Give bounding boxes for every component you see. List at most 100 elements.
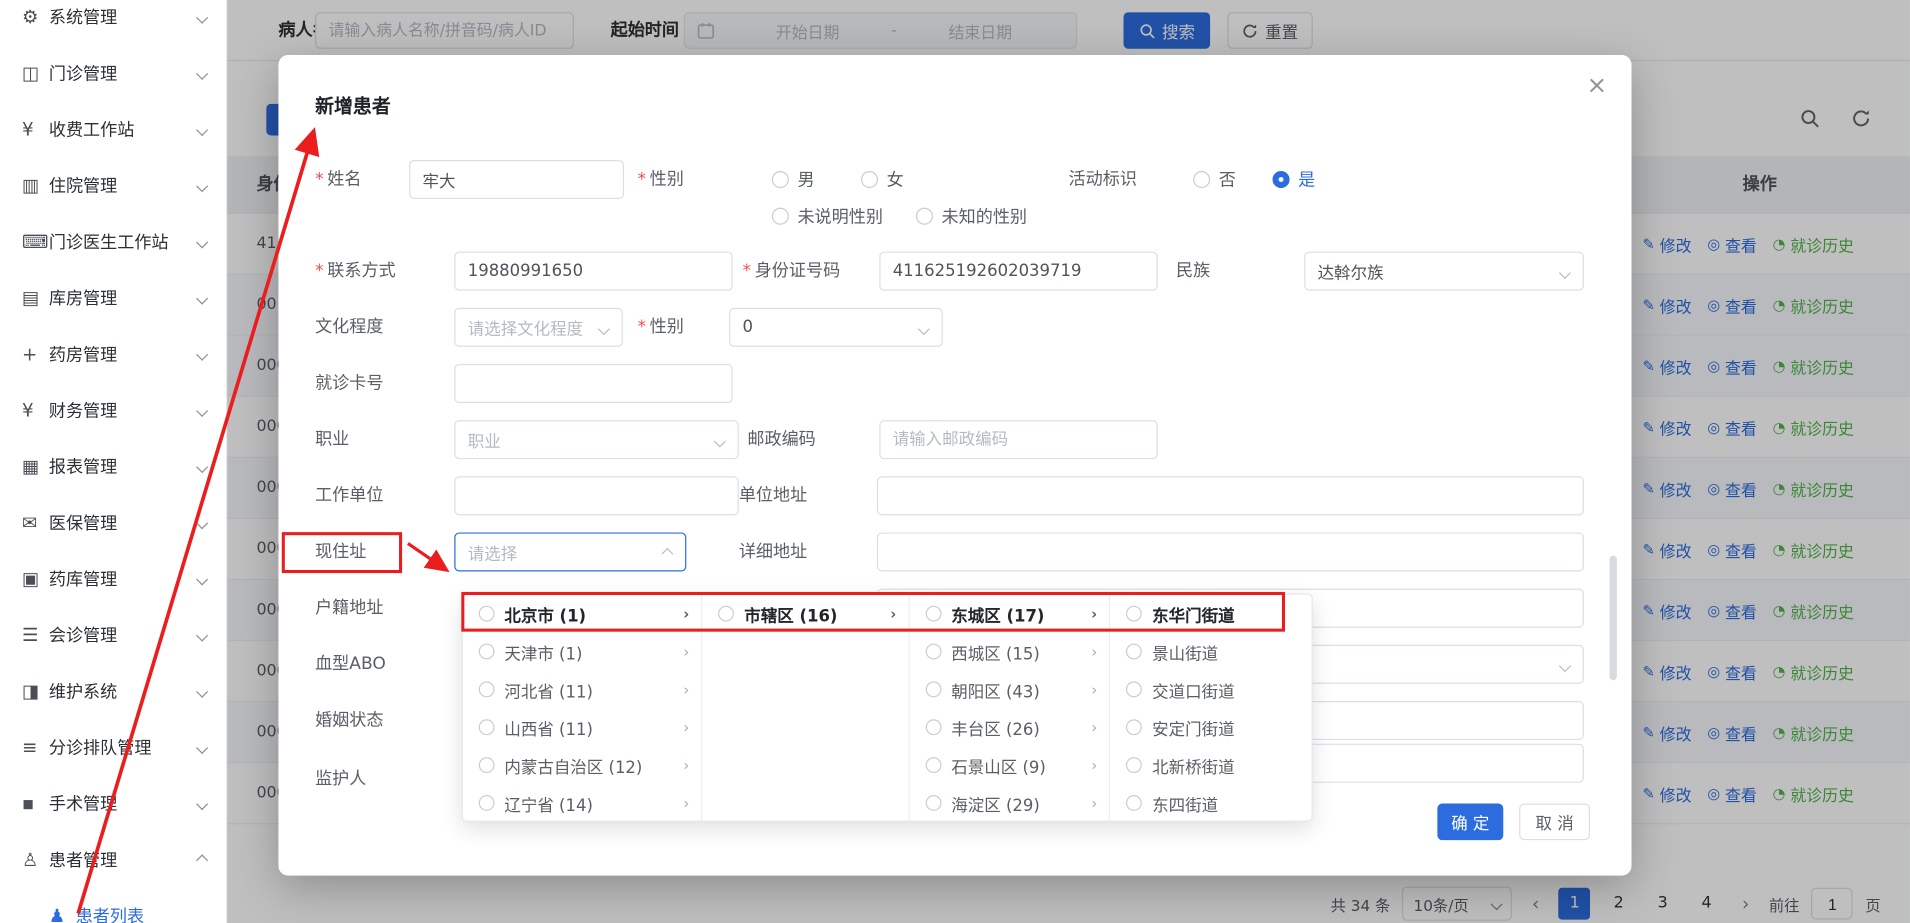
sidebar-item-label: 财务管理 (49, 398, 198, 422)
cascader-option-beijing[interactable]: 北京市 (1)› (463, 595, 702, 633)
name-input[interactable] (409, 160, 624, 199)
chevron-right-icon: › (683, 719, 689, 736)
sidebar: ⚙系统管理 ◫门诊管理 ¥收费工作站 ▥住院管理 ⌨门诊医生工作站 ▤库房管理 … (0, 0, 227, 923)
chevron-up-icon (196, 854, 208, 866)
sidebar-item-patient-list[interactable]: ♟患者列表 (0, 888, 226, 923)
cascader-option-andingmen[interactable]: 安定门街道 (1111, 708, 1312, 746)
report-icon: ▦ (22, 456, 49, 478)
close-icon[interactable]: × (1587, 70, 1607, 99)
gender-radio-female[interactable]: 女 (861, 160, 904, 199)
sidebar-item-consultation[interactable]: ☰会诊管理 (0, 607, 226, 663)
cascader-option-tianjin[interactable]: 天津市 (1)› (463, 633, 702, 671)
yen-icon: ¥ (22, 399, 49, 421)
radio-icon (479, 606, 495, 622)
chevron-right-icon: › (683, 794, 689, 811)
queue-icon: ≡ (22, 736, 49, 758)
radio-icon (479, 719, 495, 735)
active-radio-no[interactable]: 否 (1193, 160, 1236, 199)
dialog-scrollbar[interactable] (1610, 556, 1617, 681)
cascader-option-shixiaqu[interactable]: 市辖区 (16)› (703, 595, 909, 633)
sidebar-item-system[interactable]: ⚙系统管理 (0, 0, 226, 45)
active-flag-label: 活动标识 (1069, 160, 1137, 199)
chevron-down-icon (196, 236, 208, 248)
sidebar-item-outpatient[interactable]: ◫门诊管理 (0, 45, 226, 101)
chevron-right-icon: › (683, 681, 689, 698)
work-unit-input[interactable] (454, 476, 739, 515)
radio-icon (1127, 681, 1143, 697)
chevron-down-icon (196, 292, 208, 304)
cascader-option-dongsi[interactable]: 东四街道 (1111, 784, 1312, 821)
sidebar-item-doctor-workstation[interactable]: ⌨门诊医生工作站 (0, 214, 226, 270)
person-icon: ♙ (22, 849, 49, 871)
current-address-cascader-trigger[interactable]: 请选择 (454, 532, 686, 571)
sidebar-item-pharmacy[interactable]: +药房管理 (0, 326, 226, 382)
chevron-right-icon: › (1091, 681, 1097, 698)
sidebar-item-label: 报表管理 (49, 454, 198, 478)
contact-input[interactable] (454, 252, 732, 291)
sidebar-item-insurance[interactable]: ✉医保管理 (0, 495, 226, 551)
chevron-down-icon (196, 348, 208, 360)
sidebar-item-label: 分诊排队管理 (49, 735, 198, 759)
radio-icon (926, 681, 942, 697)
sidebar-item-warehouse[interactable]: ▤库房管理 (0, 270, 226, 326)
marital-status-label: 婚姻状态 (315, 701, 383, 740)
add-patient-dialog: 新增患者 × 姓名 性别 男 女 活动标识 否 是 未说明性别 未知的性别 联系… (278, 55, 1631, 876)
gender2-select[interactable]: 0 (729, 308, 943, 347)
screen: 病人名称 起始时间 开始日期 - 结束日期 搜索 (0, 0, 1910, 923)
people-icon: ◫ (22, 62, 49, 84)
sidebar-item-inpatient[interactable]: ▥住院管理 (0, 158, 226, 214)
postcode-input[interactable] (879, 420, 1157, 459)
cancel-button-label: 取 消 (1535, 810, 1573, 834)
cascader-option-dongcheng[interactable]: 东城区 (17)› (910, 595, 1110, 633)
cascader-option-jingshan[interactable]: 景山街道 (1111, 633, 1312, 671)
detail-address-label: 详细地址 (739, 532, 807, 571)
sidebar-item-charging-station[interactable]: ¥收费工作站 (0, 101, 226, 157)
household-address-label: 户籍地址 (315, 589, 383, 628)
cascader-option-liaoning[interactable]: 辽宁省 (14)› (463, 784, 702, 821)
cascader-option-beixinqiao[interactable]: 北新桥街道 (1111, 746, 1312, 784)
sidebar-item-label: 会诊管理 (49, 623, 198, 647)
sidebar-item-label: 门诊管理 (49, 61, 198, 85)
idcard-input[interactable] (879, 252, 1157, 291)
sidebar-item-drug-storage[interactable]: ▣药库管理 (0, 551, 226, 607)
gender2-label: 性别 (637, 308, 683, 347)
surgery-icon: ▪ (22, 793, 49, 815)
cascader-option-donghuamen[interactable]: 东华门街道 (1111, 595, 1312, 633)
education-select[interactable]: 请选择文化程度 (454, 308, 623, 347)
cascader-option-haidian[interactable]: 海淀区 (29)› (910, 784, 1110, 821)
occupation-select[interactable]: 职业 (454, 420, 739, 459)
sidebar-item-patient[interactable]: ♙患者管理 (0, 832, 226, 888)
cascader-option-xicheng[interactable]: 西城区 (15)› (910, 633, 1110, 671)
visit-card-label: 就诊卡号 (315, 364, 383, 403)
active-radio-yes[interactable]: 是 (1272, 160, 1315, 199)
sidebar-item-finance[interactable]: ¥财务管理 (0, 382, 226, 438)
cascader-option-jiaodaokou[interactable]: 交道口街道 (1111, 670, 1312, 708)
visit-card-input[interactable] (454, 364, 732, 403)
dialog-title: 新增患者 (315, 92, 391, 119)
gender-radio-male[interactable]: 男 (772, 160, 815, 199)
sidebar-item-label: 药房管理 (49, 342, 198, 366)
detail-address-input[interactable] (877, 532, 1584, 571)
cancel-button[interactable]: 取 消 (1519, 804, 1590, 841)
sidebar-item-report[interactable]: ▦报表管理 (0, 438, 226, 494)
sidebar-item-surgery[interactable]: ▪手术管理 (0, 775, 226, 831)
sidebar-item-maintenance[interactable]: ◨维护系统 (0, 663, 226, 719)
chevron-down-icon (196, 180, 208, 192)
radio-icon (916, 208, 933, 225)
cascader-option-hebei[interactable]: 河北省 (11)› (463, 670, 702, 708)
cascader-option-chaoyang[interactable]: 朝阳区 (43)› (910, 670, 1110, 708)
sidebar-item-label: 住院管理 (49, 173, 198, 197)
cascader-option-shijingshan[interactable]: 石景山区 (9)› (910, 746, 1110, 784)
sidebar-item-triage-queue[interactable]: ≡分诊排队管理 (0, 719, 226, 775)
cascader-option-shanxi[interactable]: 山西省 (11)› (463, 708, 702, 746)
gender-radio-unspecified[interactable]: 未说明性别 (772, 197, 883, 236)
cascader-option-neimenggu[interactable]: 内蒙古自治区 (12)› (463, 746, 702, 784)
chevron-down-icon (1559, 660, 1571, 672)
confirm-button[interactable]: 确 定 (1437, 804, 1503, 841)
cascader-option-fengtai[interactable]: 丰台区 (26)› (910, 708, 1110, 746)
unit-address-input[interactable] (877, 476, 1584, 515)
ethnicity-select[interactable]: 达斡尔族 (1304, 252, 1584, 291)
gender-radio-unknown[interactable]: 未知的性别 (916, 197, 1027, 236)
gender-label: 性别 (637, 160, 683, 199)
chevron-right-icon: › (683, 643, 689, 660)
